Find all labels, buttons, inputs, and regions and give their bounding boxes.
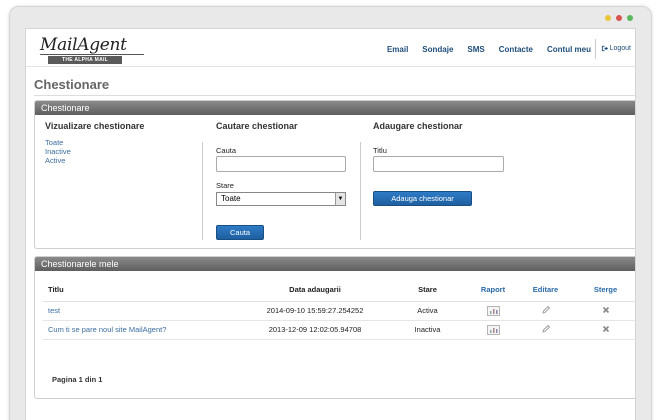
nav-email[interactable]: Email	[387, 45, 408, 54]
my-questionnaires-panel: Chestionarele mele Titlu Data adaugarii …	[34, 256, 635, 399]
delete-cell	[573, 320, 635, 340]
window-controls	[605, 15, 633, 21]
column-divider	[360, 142, 361, 240]
nav-contacte[interactable]: Contacte	[499, 45, 533, 54]
panel-bar-chestionare: Chestionare	[35, 101, 635, 115]
state-select[interactable]: Toate ▼	[216, 192, 346, 206]
title-input[interactable]	[373, 156, 504, 172]
close-dot-icon[interactable]	[616, 15, 622, 21]
logout-icon	[601, 45, 608, 52]
delete-x-icon[interactable]	[602, 325, 610, 333]
header: MailAgent THE ALPHA MAIL Email Sondaje S…	[26, 29, 635, 67]
nav-sondaje[interactable]: Sondaje	[422, 45, 453, 54]
search-section-title: Cautare chestionar	[216, 121, 298, 131]
add-section-title: Adaugare chestionar	[373, 121, 463, 131]
nav-contul-meu[interactable]: Contul meu	[547, 45, 591, 54]
nav-divider	[595, 39, 596, 59]
edit-cell	[518, 320, 573, 340]
state-select-value: Toate	[221, 194, 241, 203]
table-row: Cum ti se pare noul site MailAgent? 2013…	[43, 320, 635, 340]
logo-underline	[40, 54, 144, 55]
chevron-down-icon[interactable]: ▼	[335, 193, 345, 205]
search-label: Cauta	[216, 146, 237, 155]
edit-cell	[518, 301, 573, 321]
view-section-title: Vizualizare chestionare	[45, 121, 145, 131]
page-content: MailAgent THE ALPHA MAIL Email Sondaje S…	[25, 28, 636, 420]
title-label: Titlu	[373, 146, 387, 155]
maximize-dot-icon[interactable]	[627, 15, 633, 21]
logo-script-text: MailAgent	[40, 35, 127, 55]
panel-bar-chestionarele-mele: Chestionarele mele	[35, 257, 635, 271]
filter-link-inactive[interactable]: Inactive	[45, 147, 71, 156]
row-state: Activa	[387, 301, 468, 321]
delete-x-icon[interactable]	[602, 306, 610, 314]
pagination-label: Pagina 1 din 1	[52, 375, 103, 384]
logo[interactable]: MailAgent THE ALPHA MAIL	[40, 35, 144, 64]
title-divider	[34, 95, 635, 96]
logo-tagline: THE ALPHA MAIL	[48, 56, 122, 64]
table-row: test 2014-09-10 15:59:27.254252 Activa	[43, 301, 635, 321]
minimize-dot-icon[interactable]	[605, 15, 611, 21]
row-title-link[interactable]: test	[43, 301, 243, 321]
report-chart-icon[interactable]	[486, 324, 500, 335]
report-cell	[468, 301, 518, 321]
delete-cell	[573, 301, 635, 321]
filter-link-active[interactable]: Active	[45, 156, 65, 165]
add-questionnaire-button[interactable]: Adauga chestionar	[373, 191, 472, 206]
table-header-row: Titlu Data adaugarii Stare Raport Editar…	[43, 279, 635, 302]
row-date: 2013-12-09 12:02:05.94708	[243, 320, 387, 340]
report-chart-icon[interactable]	[486, 305, 500, 316]
nav-sms[interactable]: SMS	[467, 45, 484, 54]
state-label: Stare	[216, 181, 234, 190]
pencil-icon[interactable]	[541, 324, 551, 334]
column-header-stare[interactable]: Stare	[387, 279, 468, 302]
row-date: 2014-09-10 15:59:27.254252	[243, 301, 387, 321]
column-header-data[interactable]: Data adaugarii	[243, 279, 387, 302]
page-title: Chestionare	[34, 77, 110, 92]
search-button[interactable]: Cauta	[216, 225, 264, 240]
logout-link[interactable]: Logout	[601, 45, 631, 52]
row-title-link[interactable]: Cum ti se pare noul site MailAgent?	[43, 320, 243, 340]
column-header-editare: Editare	[518, 279, 573, 302]
questionnaires-panel: Chestionare Vizualizare chestionare Toat…	[34, 100, 635, 249]
column-header-titlu[interactable]: Titlu	[43, 279, 243, 302]
questionnaires-table: Titlu Data adaugarii Stare Raport Editar…	[43, 279, 635, 340]
search-input[interactable]	[216, 156, 346, 172]
report-cell	[468, 320, 518, 340]
column-divider	[202, 142, 203, 240]
filter-link-toate[interactable]: Toate	[45, 138, 63, 147]
pencil-icon[interactable]	[541, 305, 551, 315]
column-header-sterge: Sterge	[573, 279, 635, 302]
main-nav: Email Sondaje SMS Contacte Contul meu	[373, 45, 591, 54]
column-header-raport: Raport	[468, 279, 518, 302]
row-state: Inactiva	[387, 320, 468, 340]
logout-label: Logout	[609, 45, 631, 52]
